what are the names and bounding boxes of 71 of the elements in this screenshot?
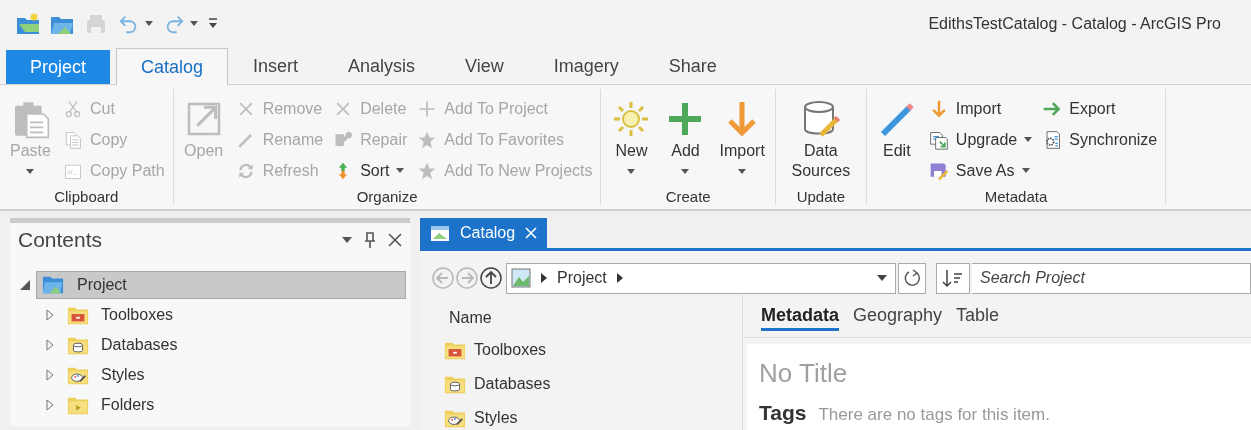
detail-tab[interactable]: Geography <box>853 303 943 331</box>
tags-label: Tags <box>759 401 807 425</box>
list-item[interactable]: Styles <box>420 401 742 430</box>
sort-icon <box>942 268 964 288</box>
ribbon-button[interactable]: Add <box>663 93 708 186</box>
ribbon-button[interactable]: Edit <box>874 93 919 186</box>
breadcrumb-item[interactable]: Project <box>557 269 607 287</box>
tree-item[interactable]: Databases <box>62 331 410 359</box>
catalog-icon <box>430 224 450 242</box>
ribbon-button[interactable]: Export <box>1042 93 1158 124</box>
ribbon-button[interactable]: Import <box>928 93 1033 124</box>
list-item[interactable]: Databases <box>420 367 742 401</box>
up-button[interactable] <box>480 267 502 289</box>
group-label: Organize <box>356 188 418 205</box>
ribbon-button[interactable]: New <box>609 93 654 186</box>
pane-menu-button[interactable] <box>342 237 352 243</box>
expanded-arrow-icon <box>20 280 30 290</box>
tree-item[interactable]: Folders <box>62 391 410 419</box>
ribbon-button[interactable]: Data Sources <box>783 93 858 186</box>
tree-item[interactable]: Project <box>36 271 406 299</box>
chevron-icon <box>541 273 547 283</box>
new-project-icon <box>16 11 40 36</box>
tags-text: There are no tags for this item. <box>818 405 1050 425</box>
close-icon <box>525 227 538 239</box>
window-title: EdithsTestCatalog - Catalog - ArcGIS Pro <box>928 14 1221 33</box>
customize-icon <box>208 17 218 30</box>
column-header[interactable]: Name <box>420 303 492 333</box>
collapsed-arrow-icon <box>46 399 54 411</box>
ribbon-button[interactable]: Import <box>717 93 767 186</box>
collapsed-arrow-icon <box>46 369 54 381</box>
detail-tab[interactable]: Metadata <box>761 303 840 331</box>
group-label: Clipboard <box>54 188 119 205</box>
sort-button[interactable] <box>936 262 970 294</box>
pin-icon <box>364 232 376 248</box>
dropdown-caret-icon <box>877 275 887 281</box>
list-item[interactable]: Toolboxes <box>420 333 742 367</box>
refresh-button[interactable] <box>898 262 926 294</box>
ribbon-tab[interactable]: Share <box>643 48 742 84</box>
map-icon <box>511 268 531 288</box>
ribbon-button[interactable]: Save As <box>928 155 1033 186</box>
group-label: Metadata <box>984 188 1048 205</box>
chevron-icon <box>616 273 623 283</box>
group-label: Update <box>796 188 845 205</box>
caret-icon <box>342 237 352 243</box>
breadcrumb-field[interactable]: Project <box>506 262 896 294</box>
ribbon-tab[interactable]: Analysis <box>323 48 441 84</box>
close-icon <box>388 233 402 247</box>
close-button[interactable] <box>388 233 402 247</box>
document-tab[interactable]: Catalog <box>420 218 548 248</box>
search-field[interactable]: Search Project <box>972 262 1251 294</box>
folder-icon <box>41 274 65 296</box>
tree-item[interactable]: Styles <box>62 361 410 389</box>
pin-button[interactable] <box>364 232 376 248</box>
project-tab[interactable]: Project <box>6 50 110 84</box>
pane-title: Contents <box>18 228 103 252</box>
ribbon-button[interactable]: Upgrade <box>928 124 1033 155</box>
ribbon-tab[interactable]: Insert <box>228 48 324 84</box>
group-label: Create <box>665 188 711 205</box>
document-icon <box>928 129 949 150</box>
refresh-icon <box>903 269 921 287</box>
collapsed-arrow-icon <box>46 339 54 351</box>
quick-access-button[interactable] <box>208 17 218 30</box>
ribbon-button[interactable]: Sort <box>333 155 408 186</box>
ribbon-tab[interactable]: Imagery <box>528 48 644 84</box>
ribbon-tab[interactable]: Catalog <box>116 48 229 85</box>
collapsed-arrow-icon <box>46 309 54 321</box>
metadata-title: No Title <box>759 358 849 389</box>
ribbon-tab[interactable]: View <box>440 48 529 84</box>
ribbon-button[interactable]: Synchronize <box>1042 124 1158 155</box>
tree-item[interactable]: Toolboxes <box>62 301 410 329</box>
detail-tab[interactable]: Table <box>956 303 1000 331</box>
